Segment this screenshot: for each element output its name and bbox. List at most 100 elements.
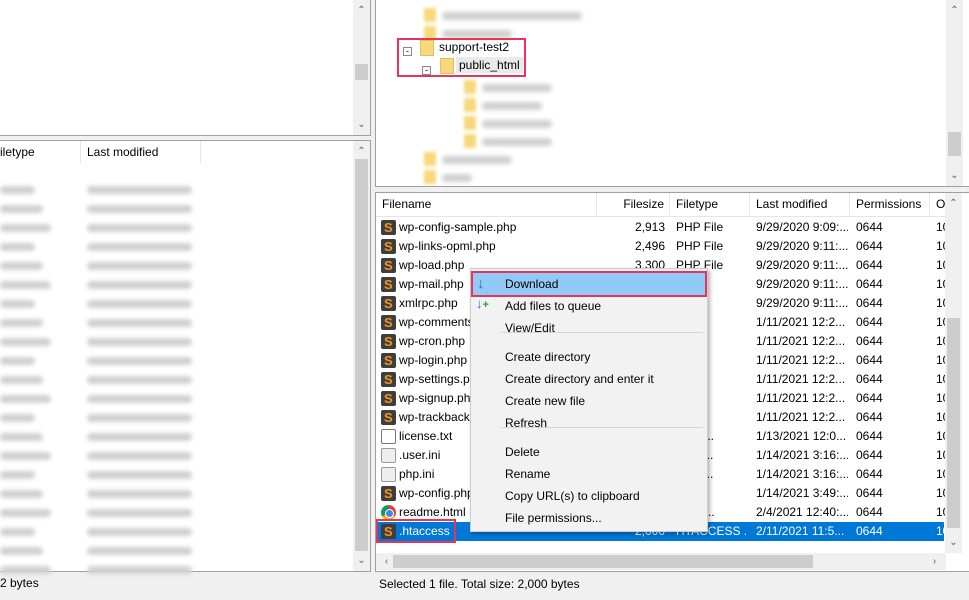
column-filename[interactable]: Filename xyxy=(376,193,597,215)
file-permissions: 0644 xyxy=(856,220,883,234)
menu-item-file-permissions[interactable]: File permissions... xyxy=(473,507,705,529)
file-modified: 9/29/2020 9:11:... xyxy=(756,258,848,272)
folder-icon xyxy=(464,80,476,94)
file-permissions: 0644 xyxy=(856,296,883,310)
menu-item-create-directory-enter[interactable]: Create directory and enter it xyxy=(473,368,705,390)
column-last-modified[interactable]: Last modified xyxy=(81,141,201,163)
remote-directory-tree: - support-test2 - public_html ⌃ ⌄ xyxy=(375,0,969,187)
blurred-text xyxy=(0,186,35,194)
folder-icon xyxy=(464,134,476,148)
blurred-text xyxy=(442,30,512,38)
blurred-text xyxy=(0,566,51,574)
file-owner: 10 xyxy=(936,334,945,348)
file-modified: 9/29/2020 9:09:... xyxy=(756,220,848,234)
file-owner: 10 xyxy=(936,353,945,367)
column-permissions[interactable]: Permissions xyxy=(850,193,930,215)
menu-item-delete[interactable]: Delete xyxy=(473,441,705,463)
blurred-text xyxy=(0,433,43,441)
file-modified: 9/29/2020 9:11:... xyxy=(756,277,848,291)
blurred-text xyxy=(0,319,43,327)
php-file-icon xyxy=(381,237,396,256)
file-permissions: 0644 xyxy=(856,258,883,272)
file-permissions: 0644 xyxy=(856,410,883,424)
file-owner: 10 xyxy=(936,258,945,272)
remote-tree-scrollbar[interactable]: ⌃ ⌄ xyxy=(946,0,963,186)
file-permissions: 0644 xyxy=(856,429,883,443)
menu-item-add-to-queue[interactable]: Add files to queue xyxy=(473,295,705,317)
file-name: wp-links-opml.php xyxy=(399,239,496,253)
file-modified: 1/11/2021 12:2... xyxy=(756,410,846,424)
file-modified: 1/11/2021 12:2... xyxy=(756,334,846,348)
ini-file-icon xyxy=(381,448,396,463)
blurred-text xyxy=(87,433,192,441)
file-modified: 1/14/2021 3:16:... xyxy=(756,448,848,462)
menu-item-copy-url[interactable]: Copy URL(s) to clipboard xyxy=(473,485,705,507)
blurred-text xyxy=(87,414,192,422)
menu-separator xyxy=(501,332,703,333)
blurred-text xyxy=(442,156,512,164)
blurred-text xyxy=(0,338,51,346)
file-permissions: 0644 xyxy=(856,467,883,481)
menu-item-rename[interactable]: Rename xyxy=(473,463,705,485)
menu-item-refresh[interactable]: Refresh xyxy=(473,412,705,434)
menu-item-create-directory[interactable]: Create directory xyxy=(473,346,705,368)
file-permissions: 0644 xyxy=(856,448,883,462)
column-filetype[interactable]: Filetype xyxy=(670,193,750,215)
file-owner: 10 xyxy=(936,524,945,538)
file-owner: 10 xyxy=(936,277,945,291)
file-permissions: 0644 xyxy=(856,277,883,291)
file-permissions: 0644 xyxy=(856,505,883,519)
blurred-text xyxy=(87,509,192,517)
php-file-icon xyxy=(381,370,396,389)
file-permissions: 0644 xyxy=(856,239,883,253)
column-filetype[interactable]: iletype xyxy=(0,141,81,163)
remote-list-scrollbar[interactable]: ⌃ ⌄ xyxy=(945,193,962,553)
blurred-text xyxy=(87,205,192,213)
menu-item-view-edit[interactable]: View/Edit xyxy=(473,317,705,339)
file-permissions: 0644 xyxy=(856,315,883,329)
file-permissions: 0644 xyxy=(856,524,883,538)
menu-item-create-new-file[interactable]: Create new file xyxy=(473,390,705,412)
blurred-text xyxy=(0,224,51,232)
column-last-modified[interactable]: Last modified xyxy=(750,193,850,215)
file-row[interactable]: wp-config-sample.php 2,913 PHP File 9/29… xyxy=(376,218,945,237)
file-owner: 10 xyxy=(936,448,945,462)
blurred-text xyxy=(87,547,192,555)
horizontal-scrollbar[interactable]: ‹ › xyxy=(376,553,946,570)
blurred-text xyxy=(0,547,43,555)
blurred-text xyxy=(0,205,43,213)
file-modified: 9/29/2020 9:11:... xyxy=(756,239,848,253)
blurred-text xyxy=(0,281,51,289)
blurred-text xyxy=(482,138,552,146)
folder-icon xyxy=(424,170,436,184)
file-size: 2,913 xyxy=(634,220,665,234)
file-modified: 1/11/2021 12:2... xyxy=(756,315,846,329)
local-tree-scrollbar[interactable]: ⌃ ⌄ xyxy=(353,0,370,135)
blurred-text xyxy=(87,243,192,251)
file-name: wp-config-sample.php xyxy=(399,220,517,234)
local-list-scrollbar[interactable]: ⌃ ⌄ xyxy=(353,141,370,571)
blurred-text xyxy=(87,395,192,403)
context-menu: Download Add files to queue View/Edit Creat… xyxy=(470,268,708,532)
blurred-text xyxy=(482,120,552,128)
blurred-text xyxy=(0,471,35,479)
file-modified: 1/11/2021 12:2... xyxy=(756,372,846,386)
add-to-queue-icon: ↓+ xyxy=(476,296,489,311)
folder-icon xyxy=(464,116,476,130)
annotation-highlight xyxy=(376,519,456,543)
file-row[interactable]: wp-links-opml.php 2,496 PHP File 9/29/20… xyxy=(376,237,945,256)
blurred-text xyxy=(482,84,552,92)
php-file-icon xyxy=(381,256,396,275)
column-filesize[interactable]: Filesize xyxy=(597,193,670,215)
folder-icon xyxy=(424,8,436,22)
blurred-text xyxy=(87,319,192,327)
local-directory-tree: ⌃ ⌄ xyxy=(0,0,371,136)
blurred-text xyxy=(0,262,43,270)
file-owner: 10 xyxy=(936,372,945,386)
blurred-text xyxy=(0,300,35,308)
blurred-text xyxy=(87,357,192,365)
menu-item-download[interactable]: Download xyxy=(471,271,707,297)
blurred-text xyxy=(87,376,192,384)
file-owner: 10 xyxy=(936,467,945,481)
file-type: PHP File xyxy=(676,220,724,234)
